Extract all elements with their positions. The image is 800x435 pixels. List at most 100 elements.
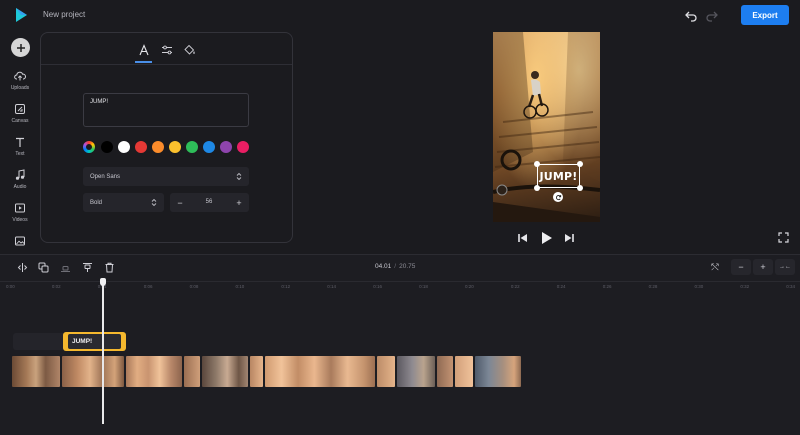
sidebar-item-videos[interactable]: Videos [4,202,36,230]
text-track [13,333,65,350]
color-swatch-yellow[interactable] [169,141,181,153]
zoom-in-button[interactable]: + [753,259,773,275]
ruler-tick-label: 0:12 [281,284,291,289]
font-family-select[interactable]: Open Sans [83,167,249,186]
current-time: 04.01 [375,263,392,270]
ruler-tick-label: 0:08 [189,284,199,289]
sliders-icon [162,45,172,55]
undo-icon[interactable] [683,8,699,24]
ruler-tick-label: 0:10 [235,284,245,289]
ruler-tick-label: 0:02 [51,284,61,289]
ruler-tick-label: 0:14 [327,284,337,289]
align-top-icon[interactable] [78,259,96,275]
tab-adjust[interactable] [156,38,178,62]
video-clip-frame[interactable] [265,356,375,387]
font-size-value[interactable]: 56 [195,199,223,205]
timeline-ruler[interactable] [0,281,800,282]
color-swatch-purple[interactable] [220,141,232,153]
resize-handle[interactable] [577,161,583,167]
ruler-tick-label: 0:24 [556,284,566,289]
resize-handle[interactable] [534,161,540,167]
text-content-input[interactable]: JUMP! [83,93,249,127]
canvas-icon [15,104,25,114]
app-logo-icon[interactable] [12,6,30,24]
skip-back-icon[interactable] [517,232,529,244]
color-swatch-green[interactable] [186,141,198,153]
play-icon[interactable] [540,231,553,245]
text-clip-label: JUMP! [68,334,121,349]
total-time: 20.75 [399,263,416,270]
text-overlay[interactable]: JUMP! [539,170,577,183]
tab-fill[interactable] [179,38,201,62]
color-swatch-red[interactable] [135,141,147,153]
ruler-tick-label: 0:18 [419,284,428,289]
paint-bucket-icon [184,44,195,55]
playhead-handle[interactable] [100,278,106,286]
ruler-tick-label: 0:16 [373,284,382,289]
time-separator: / [394,263,397,270]
sidebar-item-audio[interactable]: Audio [4,169,36,197]
font-family-value: Open Sans [90,173,121,180]
divider [41,64,292,65]
font-weight-select[interactable]: Bold [83,193,164,212]
trash-icon[interactable] [100,259,118,275]
zoom-out-button[interactable]: − [731,259,751,275]
sidebar-item-label: Uploads [10,85,30,91]
ruler-tick-label: 0:30 [694,284,704,289]
duplicate-icon[interactable] [34,259,52,275]
video-clip-frame[interactable] [184,356,200,387]
video-clip-frame[interactable] [455,356,473,387]
color-swatch-white[interactable] [118,141,130,153]
video-clip-frame[interactable] [475,356,521,387]
chevron-updown-icon [151,198,157,207]
video-clip-frame[interactable] [12,356,60,387]
export-button[interactable]: Export [741,5,789,25]
video-track[interactable] [12,356,521,387]
text-icon [16,137,24,147]
video-clip-frame[interactable] [62,356,124,387]
fullscreen-icon[interactable] [778,232,789,243]
video-clip-frame[interactable] [377,356,395,387]
text-overlay-selection[interactable]: JUMP! [537,164,580,188]
sidebar-item-label: Videos [12,217,28,223]
ruler-tick-label: 0:22 [510,284,520,289]
align-bottom-icon[interactable] [56,259,74,275]
project-title[interactable]: New project [43,10,85,19]
add-media-button[interactable] [11,38,30,57]
redo-icon[interactable] [704,8,720,24]
chevron-updown-icon [236,172,242,181]
fit-timeline-button[interactable]: ⤲ [705,259,725,275]
color-swatch-pink[interactable] [237,141,249,153]
tab-text[interactable] [133,38,155,62]
video-clip-frame[interactable] [397,356,435,387]
collapse-timeline-button[interactable]: →← [775,259,795,275]
sidebar-item-canvas[interactable]: Canvas [4,103,36,131]
split-icon[interactable] [13,259,31,275]
plus-icon [16,43,25,52]
active-tab-indicator [135,61,152,63]
color-swatch-blue[interactable] [203,141,215,153]
rotate-icon [555,194,561,200]
color-swatch-black[interactable] [101,141,113,153]
video-clip-frame[interactable] [437,356,453,387]
resize-handle[interactable] [534,185,540,191]
music-note-icon [15,169,25,180]
video-clip-frame[interactable] [250,356,263,387]
video-clip-frame[interactable] [126,356,182,387]
video-clip-frame[interactable] [202,356,248,387]
skip-forward-icon[interactable] [563,232,575,244]
sidebar-item-label: Audio [13,184,27,190]
color-picker-swatch[interactable] [83,141,95,153]
resize-handle[interactable] [577,185,583,191]
image-icon [15,236,25,246]
letter-a-icon [139,44,149,56]
color-swatch-orange[interactable] [152,141,164,153]
video-preview[interactable] [493,32,600,222]
font-size-increase-button[interactable]: + [232,195,246,210]
sidebar-item-text[interactable]: Text [4,136,36,164]
sidebar-item-uploads[interactable]: Uploads [4,70,36,98]
rotate-handle[interactable] [553,192,563,202]
upload-cloud-icon [14,71,26,81]
ruler-tick-label: 0:28 [648,284,658,289]
font-size-decrease-button[interactable]: − [173,195,187,210]
